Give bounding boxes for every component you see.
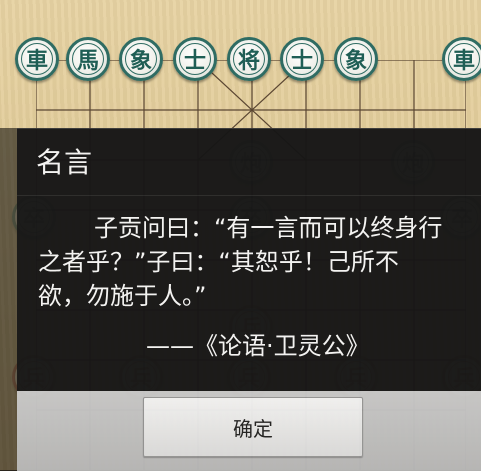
quote-source: ——《论语·卫灵公》: [146, 332, 370, 360]
piece-chariot[interactable]: 車: [442, 37, 481, 81]
piece-advisor[interactable]: 士: [280, 37, 324, 81]
quote-dialog: 名言 子贡问曰：“有一言而可以终身行之者乎？”子曰：“其恕乎！己所不欲，勿施于人…: [17, 128, 481, 471]
piece-horse[interactable]: 馬: [66, 37, 110, 81]
dialog-divider: [17, 195, 481, 196]
piece-general[interactable]: 将: [227, 37, 271, 81]
dialog-button-bar: 确定: [17, 391, 481, 471]
piece-chariot[interactable]: 車: [15, 37, 59, 81]
dialog-message: 子贡问曰：“有一言而可以终身行之者乎？”子曰：“其恕乎！己所不欲，勿施于人。”: [38, 214, 443, 310]
ok-button[interactable]: 确定: [143, 397, 363, 457]
piece-advisor[interactable]: 士: [173, 37, 217, 81]
dialog-title: 名言: [36, 146, 93, 179]
piece-elephant[interactable]: 象: [119, 37, 163, 81]
piece-elephant[interactable]: 象: [334, 37, 378, 81]
